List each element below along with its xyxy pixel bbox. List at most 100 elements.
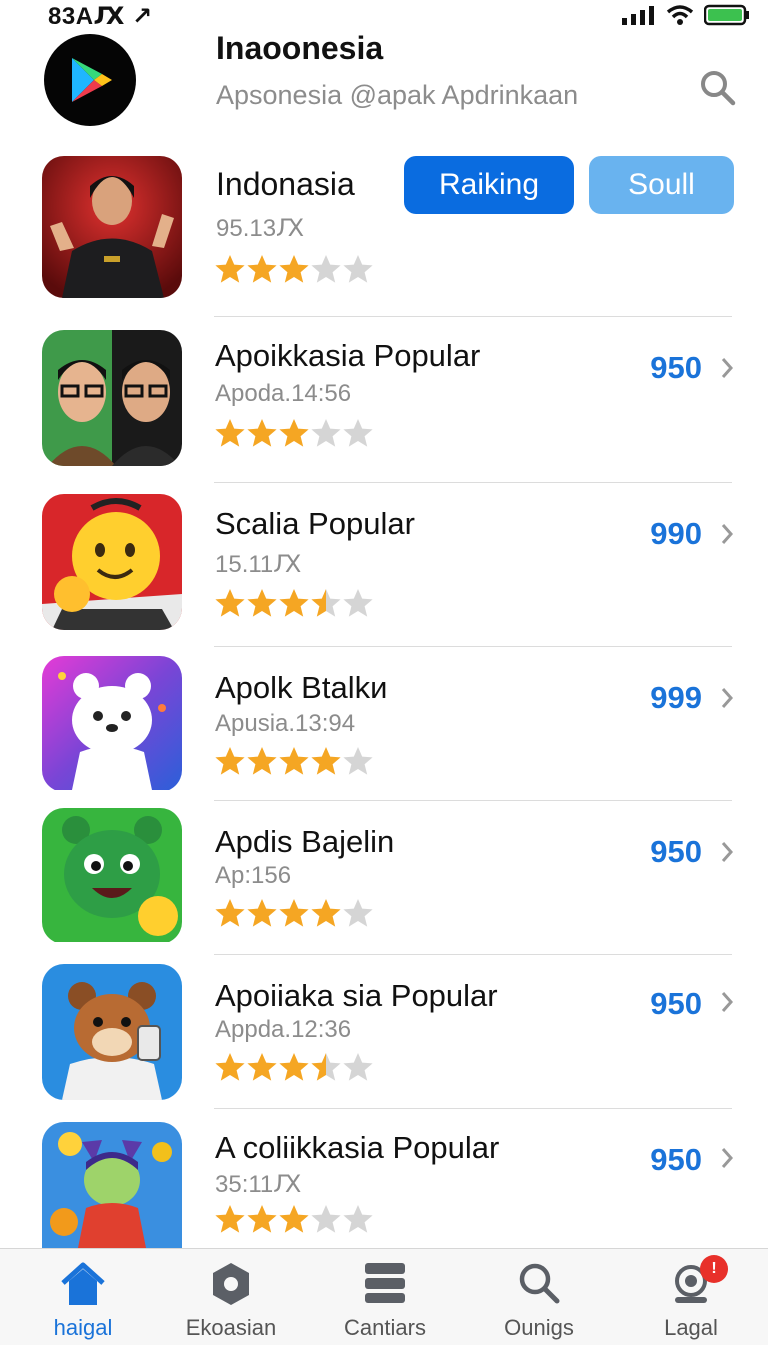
app-rating (214, 418, 374, 453)
status-time: 83AԔ ↗ (48, 3, 153, 30)
soul-button[interactable]: Soull (589, 156, 734, 214)
app-rating (214, 1052, 374, 1087)
star-icon (215, 1053, 245, 1081)
ranking-button[interactable]: Raiking (404, 156, 574, 214)
page-subtitle: Apsonesia @apak Apdrinkaan (216, 80, 579, 110)
app-name: A coliikkasia Popular (215, 1130, 500, 1165)
app-price: 950 (650, 834, 702, 869)
featured-app-name[interactable]: Indonasia (216, 166, 355, 203)
tab-home[interactable]: haigal (8, 1249, 158, 1345)
search-icon (519, 1263, 560, 1304)
app-icon (42, 1122, 182, 1248)
star-icon (343, 1053, 373, 1081)
app-rating (214, 1204, 374, 1239)
status-bar: 83AԔ ↗ (0, 0, 768, 34)
app-price: 950 (650, 350, 702, 385)
tab-label: Ekoasian (185, 1315, 277, 1340)
row-divider (214, 482, 732, 483)
star-icon (311, 1053, 341, 1081)
star-icon (343, 1205, 373, 1233)
star-icon (279, 899, 309, 927)
star-icon (343, 255, 373, 283)
app-rating (214, 898, 374, 933)
app-icon (42, 330, 182, 466)
tab-label: Cantiars (344, 1315, 426, 1340)
search-icon (701, 71, 736, 106)
star-icon (279, 1053, 309, 1081)
star-icon (215, 419, 245, 447)
star-icon (247, 899, 277, 927)
row-divider (214, 954, 732, 955)
tab-label: Ounigs (504, 1315, 574, 1340)
app-name: Apoikkasia Popular (215, 338, 481, 373)
star-icon (343, 419, 373, 447)
app-icon (42, 964, 182, 1100)
app-name: Apdis Bajelin (215, 824, 395, 859)
app-name: Apoiiaka sia Popular (215, 978, 498, 1013)
app-meta: 15.11Ԕ (215, 551, 302, 578)
page-title: Inaoonesia (216, 30, 384, 66)
tab-ekoasian[interactable]: Ekoasian (156, 1249, 306, 1345)
home-icon (61, 1262, 105, 1305)
row-divider (214, 800, 732, 801)
star-icon (215, 747, 245, 775)
tab-bar: haigal Ekoasian Cantiars Ounigs Lagal (0, 1248, 768, 1345)
row-divider (214, 646, 732, 647)
wifi-icon (666, 5, 694, 25)
signal-bars-icon (622, 6, 654, 25)
app-rating (214, 588, 374, 623)
app-rating (214, 746, 374, 781)
featured-rating (214, 254, 374, 289)
app-price: 990 (650, 516, 702, 551)
star-icon (279, 1205, 309, 1233)
star-icon (215, 899, 245, 927)
star-icon (247, 747, 277, 775)
star-icon (247, 1053, 277, 1081)
star-icon (311, 747, 341, 775)
star-icon (311, 255, 341, 283)
star-icon (279, 747, 309, 775)
chevron-right-icon (721, 524, 734, 544)
search-button[interactable] (698, 68, 738, 108)
app-price: 950 (650, 1142, 702, 1177)
chevron-right-icon (721, 1148, 734, 1168)
chevron-right-icon (721, 992, 734, 1012)
star-icon (247, 589, 277, 617)
list-icon (365, 1263, 405, 1303)
star-icon (247, 255, 277, 283)
notification-badge: ! (700, 1255, 728, 1283)
star-icon (343, 589, 373, 617)
app-name: Apolk Btalkи (215, 670, 388, 705)
chevron-right-icon (721, 688, 734, 708)
row-divider (214, 1108, 732, 1109)
app-meta: Ap:156 (215, 862, 292, 889)
star-icon (279, 589, 309, 617)
battery-icon (704, 4, 749, 26)
star-icon (279, 419, 309, 447)
apps-icon (213, 1263, 249, 1305)
featured-app-meta: 95.13Ԕ (216, 215, 305, 242)
app-icon (42, 808, 182, 944)
app-meta: Appda.12:36 (215, 1016, 352, 1043)
tab-label: haigal (53, 1315, 113, 1340)
star-icon (247, 1205, 277, 1233)
app-icon (42, 656, 182, 792)
star-icon (343, 747, 373, 775)
app-meta: Apoda.14:56 (215, 380, 352, 407)
app-price: 950 (650, 986, 702, 1021)
app-icon (42, 494, 182, 630)
row-divider (214, 316, 732, 317)
star-icon (343, 899, 373, 927)
app-price: 999 (650, 680, 702, 715)
tab-ounigs[interactable]: Ounigs (464, 1249, 614, 1345)
star-icon (279, 255, 309, 283)
star-icon (311, 589, 341, 617)
chevron-right-icon (721, 842, 734, 862)
featured-app-icon[interactable] (42, 156, 182, 298)
app-meta: 35:11Ԕ (215, 1171, 302, 1198)
star-icon (215, 589, 245, 617)
tab-lagal[interactable]: Lagal (616, 1249, 766, 1345)
tab-cantiars[interactable]: Cantiars (310, 1249, 460, 1345)
chevron-right-icon (721, 358, 734, 378)
play-store-icon[interactable] (44, 34, 136, 126)
